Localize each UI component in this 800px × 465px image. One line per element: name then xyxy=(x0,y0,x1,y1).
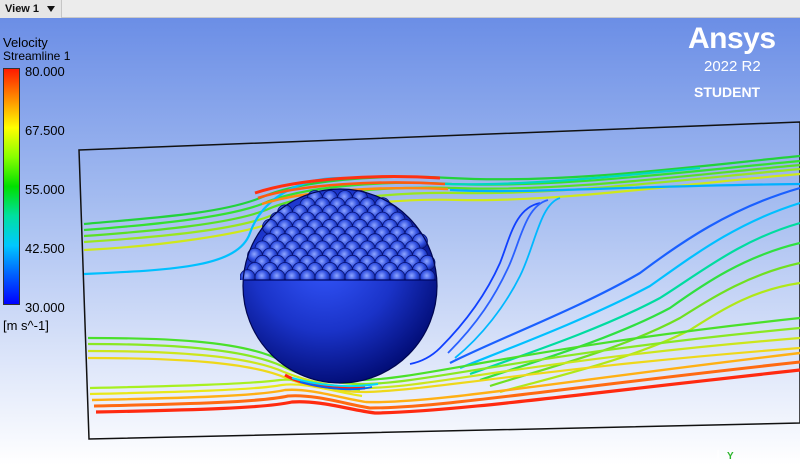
legend-tick-min: 30.000 xyxy=(25,300,65,315)
edition-label: STUDENT xyxy=(694,84,761,100)
triad-y-label: Y xyxy=(727,451,734,462)
legend-variable: Velocity xyxy=(3,35,48,50)
view-selector-dropdown[interactable]: View 1 xyxy=(0,0,63,18)
legend-object: Streamline 1 xyxy=(3,49,71,63)
legend-tick-mid: 55.000 xyxy=(25,182,65,197)
ansys-cfd-post-window: View 1 Velocity Streamline 1 80.000 67.5… xyxy=(0,0,800,465)
legend-tick-2: 67.500 xyxy=(25,123,65,138)
sphere-body xyxy=(240,188,438,384)
legend-colorbar xyxy=(3,68,20,305)
version-label: 2022 R2 xyxy=(704,58,761,75)
legend-tick-max: 80.000 xyxy=(25,64,65,79)
legend-tick-4: 42.500 xyxy=(25,241,65,256)
viewer-toolbar: View 1 xyxy=(0,0,800,18)
streamlines-lower xyxy=(87,316,800,415)
3d-viewport[interactable]: Velocity Streamline 1 80.000 67.500 55.0… xyxy=(0,18,800,465)
ansys-logo-text: Ansys xyxy=(688,22,776,55)
view-label: View 1 xyxy=(5,3,40,15)
legend-units: [m s^-1] xyxy=(3,318,49,333)
caret-down-icon xyxy=(47,6,56,12)
streamline-scene xyxy=(78,121,800,465)
